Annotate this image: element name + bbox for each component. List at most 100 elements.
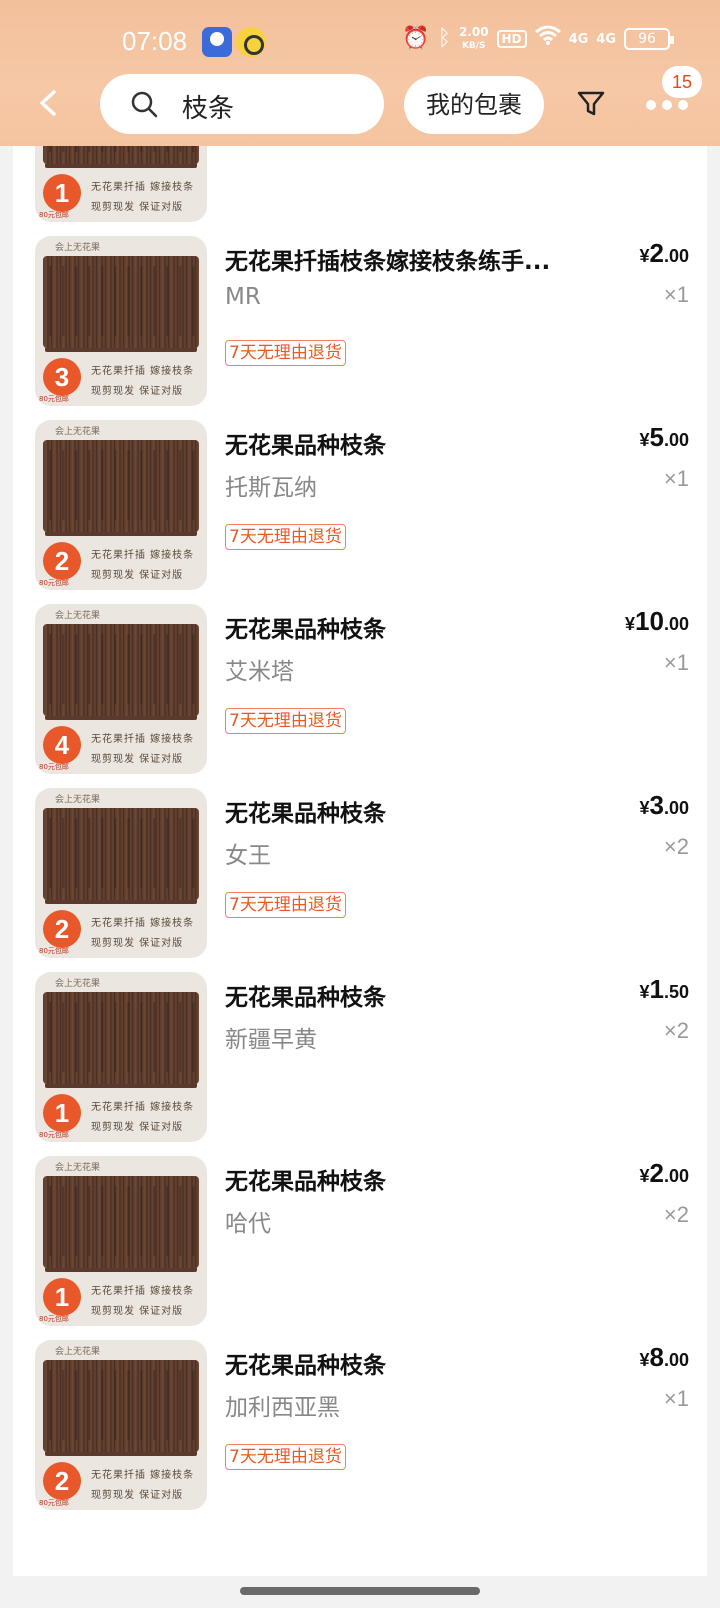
product-quantity: ×2 (663, 1018, 689, 1043)
currency-symbol: ¥ (639, 1166, 650, 1186)
my-packages-button[interactable]: 我的包裹 (404, 76, 544, 134)
order-list: 会上无花果 1 无花果扦插 嫁接枝条 现剪现发 保证对版 80元包邮 中条 会上… (13, 146, 707, 1576)
product-title[interactable]: 无花果扦插枝条嫁接枝条练手... (225, 242, 595, 276)
currency-symbol: ¥ (639, 246, 650, 266)
product-quantity: ×1 (663, 466, 689, 491)
product-price: ¥5.00 (639, 422, 689, 453)
thumb-top-label: 会上无花果 (55, 611, 101, 621)
list-item[interactable]: 会上无花果 2 无花果扦插 嫁接枝条 现剪现发 保证对版 80元包邮 无花果品种… (13, 408, 707, 596)
net-speed-value: 2.00 (458, 25, 489, 39)
return-policy-tag: 7天无理由退货 (225, 524, 346, 550)
product-thumbnail[interactable]: 会上无花果 2 无花果扦插 嫁接枝条 现剪现发 保证对版 80元包邮 (35, 788, 207, 958)
thumb-caption-2: 现剪现发 保证对版 (91, 938, 184, 949)
more-icon[interactable] (645, 98, 689, 112)
branches-texture (39, 1186, 203, 1256)
product-thumbnail[interactable]: 会上无花果 1 无花果扦插 嫁接枝条 现剪现发 保证对版 80元包邮 (35, 1156, 207, 1326)
currency-symbol: ¥ (639, 982, 650, 1002)
price-decimal: .00 (663, 1166, 689, 1186)
net-speed: 2.00 KB/S (459, 26, 489, 52)
back-arrow-icon[interactable] (34, 88, 64, 118)
price-decimal: .50 (663, 982, 689, 1002)
price-integer: 3 (649, 790, 664, 820)
currency-symbol: ¥ (625, 614, 636, 634)
thumb-number-badge: 4 (43, 726, 81, 764)
list-item[interactable]: 会上无花果 1 无花果扦插 嫁接枝条 现剪现发 保证对版 80元包邮 中条 (13, 146, 707, 228)
product-thumbnail[interactable]: 会上无花果 1 无花果扦插 嫁接枝条 现剪现发 保证对版 80元包邮 (35, 972, 207, 1142)
product-price: ¥2.00 (639, 1158, 689, 1189)
product-variant: 女王 (225, 843, 271, 869)
price-decimal: .00 (663, 246, 689, 266)
product-title[interactable]: 无花果品种枝条 (225, 610, 595, 644)
app-notification-icon (202, 27, 232, 57)
thumb-top-label: 会上无花果 (55, 427, 101, 437)
product-title[interactable]: 无花果品种枝条 (225, 426, 595, 460)
return-policy-tag: 7天无理由退货 (225, 892, 346, 918)
thumb-number-badge: 2 (43, 910, 81, 948)
filter-icon[interactable] (576, 89, 606, 119)
list-item[interactable]: 会上无花果 2 无花果扦插 嫁接枝条 现剪现发 保证对版 80元包邮 无花果品种… (13, 1328, 707, 1516)
list-item[interactable]: 会上无花果 4 无花果扦插 嫁接枝条 现剪现发 保证对版 80元包邮 无花果品种… (13, 592, 707, 780)
thumb-shipping-label: 80元包邮 (39, 395, 69, 403)
branches-texture (39, 1002, 203, 1072)
message-count-badge: 15 (662, 66, 702, 98)
currency-symbol: ¥ (639, 798, 650, 818)
thumb-caption-2: 现剪现发 保证对版 (91, 386, 184, 397)
list-item[interactable]: 会上无花果 1 无花果扦插 嫁接枝条 现剪现发 保证对版 80元包邮 无花果品种… (13, 1144, 707, 1332)
thumb-caption-1: 无花果扦插 嫁接枝条 (91, 182, 195, 193)
app-notification-icon-2 (236, 27, 266, 57)
thumb-shipping-label: 80元包邮 (39, 211, 69, 219)
home-indicator[interactable] (240, 1587, 480, 1595)
price-decimal: .00 (663, 1350, 689, 1370)
product-thumbnail[interactable]: 会上无花果 2 无花果扦插 嫁接枝条 现剪现发 保证对版 80元包邮 (35, 1340, 207, 1510)
thumb-shipping-label: 80元包邮 (39, 763, 69, 771)
hd-icon: HD (496, 30, 527, 48)
thumb-number-badge: 1 (43, 1094, 81, 1132)
signal-2: 4G (596, 31, 616, 47)
product-title[interactable]: 无花果品种枝条 (225, 1162, 595, 1196)
thumb-number-badge: 2 (43, 1462, 81, 1500)
thumb-caption-1: 无花果扦插 嫁接枝条 (91, 734, 195, 745)
thumb-caption-1: 无花果扦插 嫁接枝条 (91, 1286, 195, 1297)
price-decimal: .00 (663, 614, 689, 634)
list-item[interactable]: 会上无花果 2 无花果扦插 嫁接枝条 现剪现发 保证对版 80元包邮 无花果品种… (13, 776, 707, 964)
product-thumbnail[interactable]: 会上无花果 2 无花果扦插 嫁接枝条 现剪现发 保证对版 80元包邮 (35, 420, 207, 590)
thumb-number-badge: 3 (43, 358, 81, 396)
product-title[interactable]: 无花果品种枝条 (225, 794, 595, 828)
product-price: ¥2.00 (639, 238, 689, 269)
thumb-top-label: 会上无花果 (55, 1347, 101, 1357)
alarm-icon: ⏰ (402, 26, 430, 51)
product-title[interactable]: 无花果品种枝条 (225, 978, 595, 1012)
list-item[interactable]: 会上无花果 1 无花果扦插 嫁接枝条 现剪现发 保证对版 80元包邮 无花果品种… (13, 960, 707, 1148)
list-item[interactable]: 会上无花果 3 无花果扦插 嫁接枝条 现剪现发 保证对版 80元包邮 无花果扦插… (13, 224, 707, 412)
product-price: ¥3.00 (639, 790, 689, 821)
price-integer: 2 (649, 238, 664, 268)
product-variant: MR (225, 284, 261, 310)
return-policy-tag: 7天无理由退货 (225, 1444, 346, 1470)
product-thumbnail[interactable]: 会上无花果 3 无花果扦插 嫁接枝条 现剪现发 保证对版 80元包邮 (35, 236, 207, 406)
product-thumbnail[interactable]: 会上无花果 1 无花果扦插 嫁接枝条 现剪现发 保证对版 80元包邮 (35, 146, 207, 222)
price-integer: 1 (649, 974, 664, 1004)
status-bar: 07:08 ⏰ ᛒ 2.00 KB/S HD 4G 4G 96 (0, 0, 720, 72)
product-quantity: ×1 (663, 650, 689, 675)
thumb-caption-2: 现剪现发 保证对版 (91, 570, 184, 581)
header: 07:08 ⏰ ᛒ 2.00 KB/S HD 4G 4G 96 枝条 我的包裹 … (0, 0, 720, 146)
thumb-top-label: 会上无花果 (55, 795, 101, 805)
search-box[interactable]: 枝条 (100, 74, 384, 134)
branches-texture (39, 818, 203, 888)
return-policy-tag: 7天无理由退货 (225, 708, 346, 734)
price-integer: 8 (649, 1342, 664, 1372)
search-input[interactable]: 枝条 (182, 88, 234, 125)
branches-texture (39, 450, 203, 520)
product-title[interactable]: 无花果品种枝条 (225, 1346, 595, 1380)
status-time: 07:08 (122, 26, 188, 56)
page: 07:08 ⏰ ᛒ 2.00 KB/S HD 4G 4G 96 枝条 我的包裹 … (0, 0, 720, 1608)
product-variant: 托斯瓦纳 (225, 475, 317, 501)
product-price: ¥10.00 (625, 606, 689, 637)
branches-texture (39, 266, 203, 336)
price-integer: 2 (649, 1158, 664, 1188)
currency-symbol: ¥ (639, 430, 650, 450)
thumb-caption-1: 无花果扦插 嫁接枝条 (91, 550, 195, 561)
bluetooth-icon: ᛒ (437, 26, 451, 51)
thumb-caption-2: 现剪现发 保证对版 (91, 202, 184, 213)
product-thumbnail[interactable]: 会上无花果 4 无花果扦插 嫁接枝条 现剪现发 保证对版 80元包邮 (35, 604, 207, 774)
